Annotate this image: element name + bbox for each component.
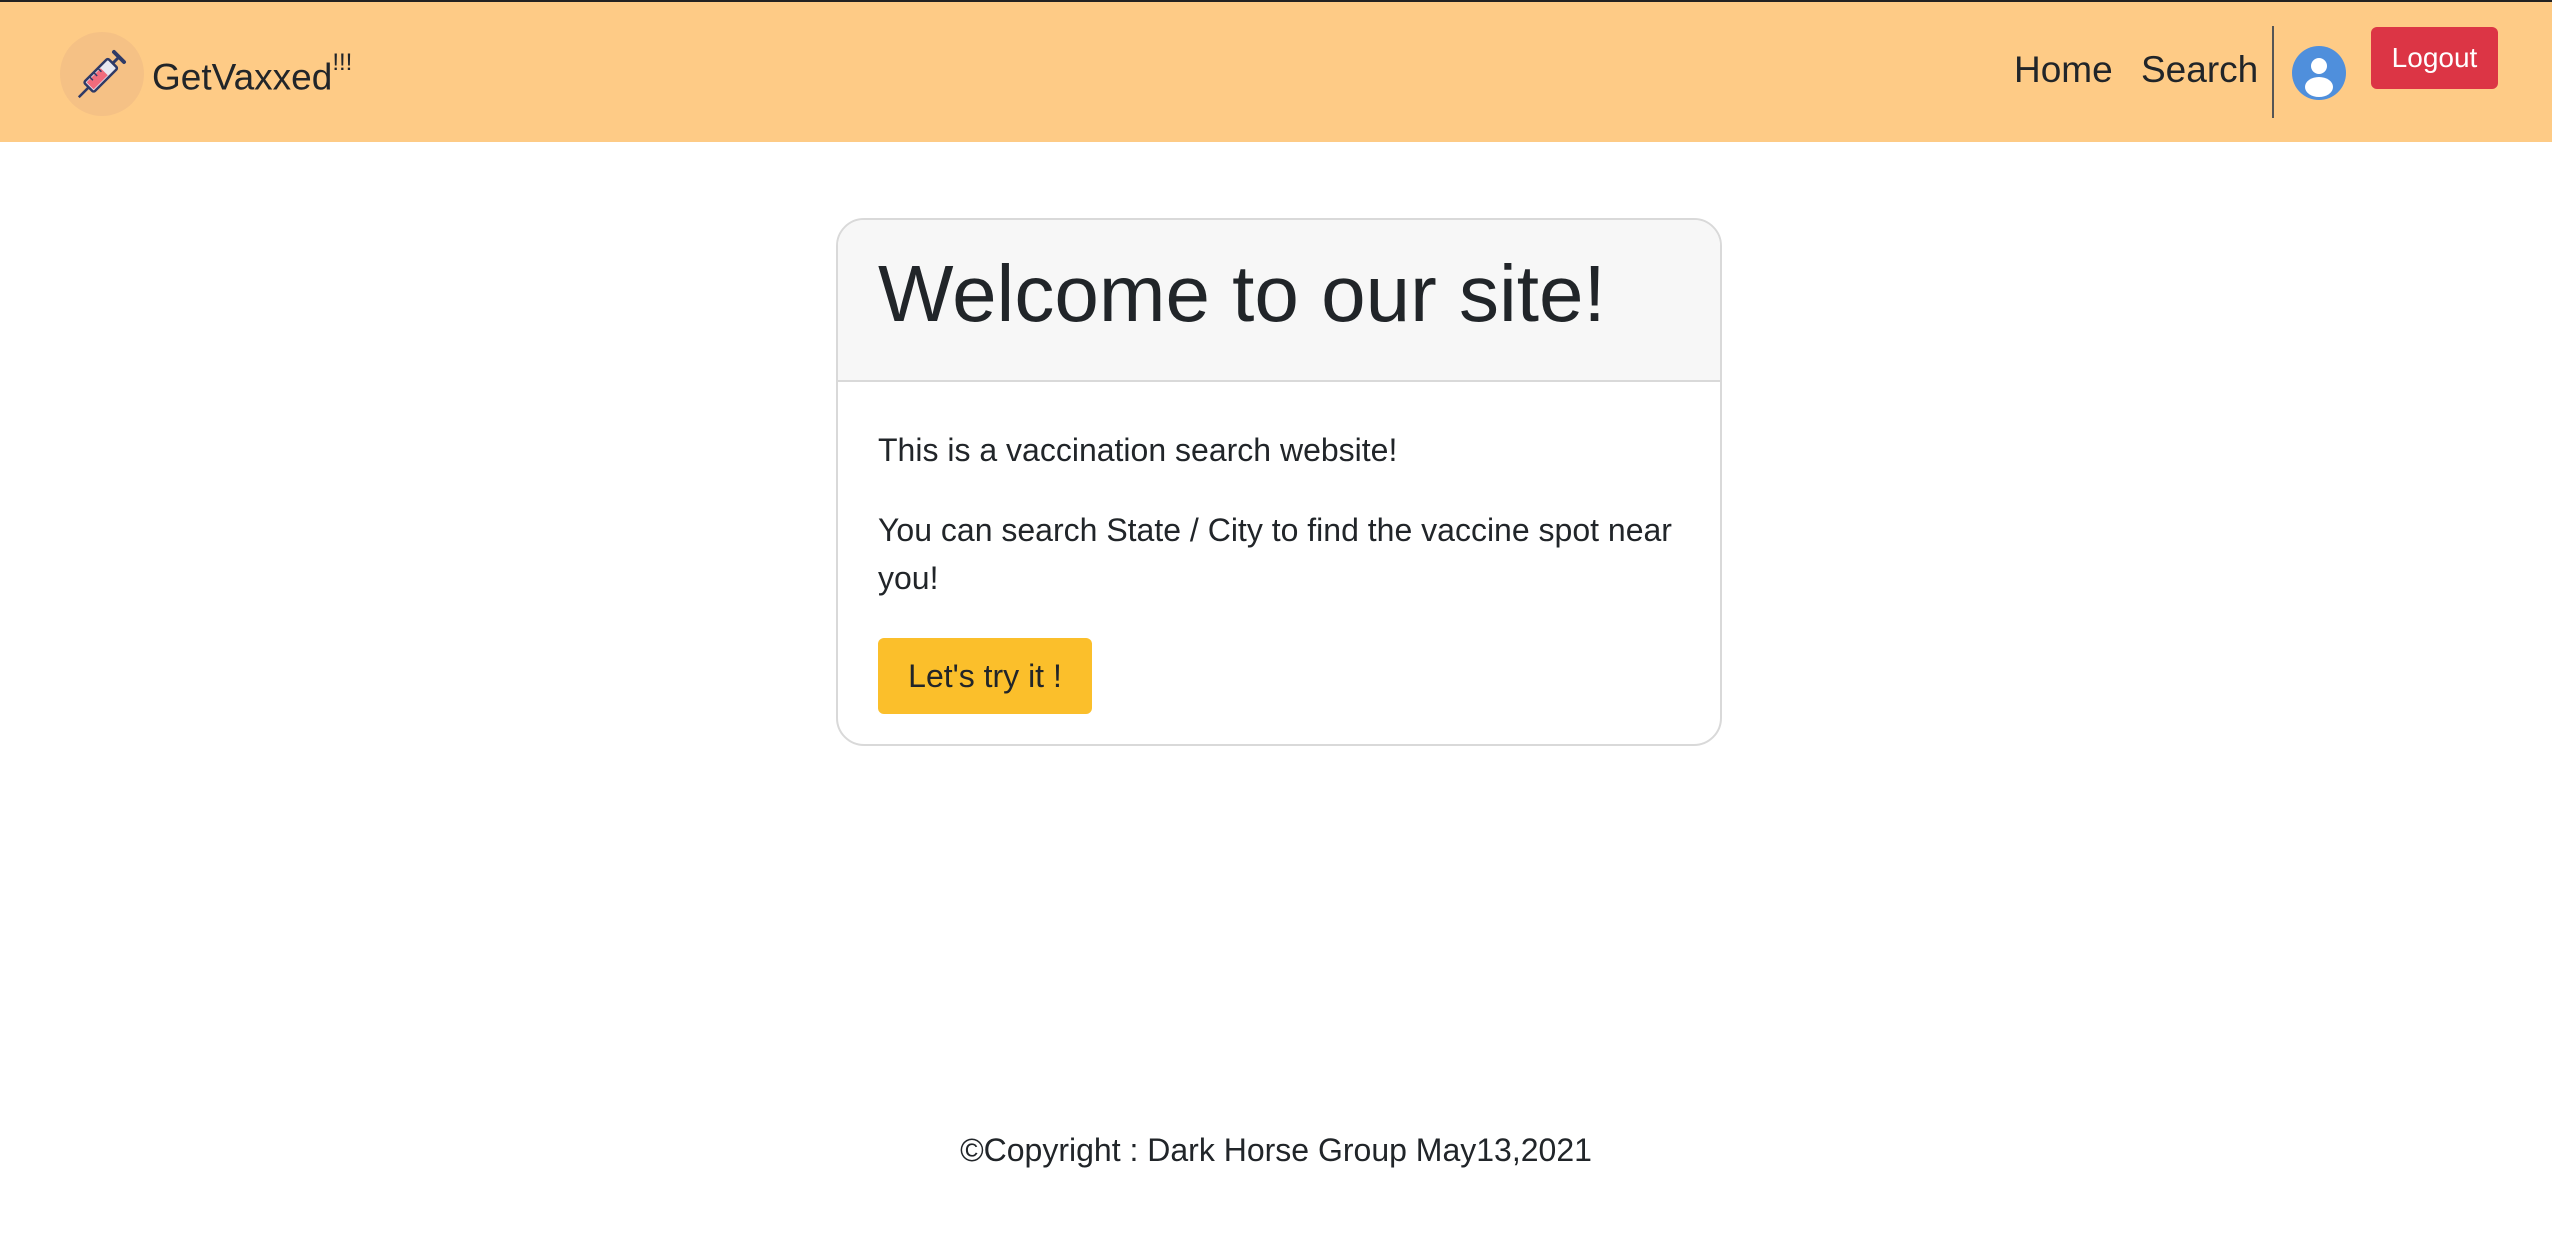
page-title: Welcome to our site! xyxy=(878,249,1606,338)
logout-button[interactable]: Logout xyxy=(2371,27,2498,89)
welcome-card: Welcome to our site! This is a vaccinati… xyxy=(836,218,1722,746)
syringe-icon xyxy=(60,32,144,116)
navbar: GetVaxxed!!! Home Search Logout xyxy=(0,2,2552,142)
intro-text: This is a vaccination search website! xyxy=(878,432,1398,468)
nav-search-link[interactable]: Search xyxy=(2141,48,2258,92)
nav-home-link[interactable]: Home xyxy=(2014,48,2113,92)
brand-suffix: !!! xyxy=(332,48,353,76)
search-hint-text: You can search State / City to find the … xyxy=(878,512,1672,596)
brand-link[interactable]: GetVaxxed!!! xyxy=(60,32,352,116)
brand-name: GetVaxxed!!! xyxy=(152,48,353,98)
nav-divider xyxy=(2272,26,2274,118)
footer-copyright: ©Copyright : Dark Horse Group May13,2021 xyxy=(960,1132,1592,1168)
card-header: Welcome to our site! xyxy=(838,220,1720,382)
try-it-button[interactable]: Let's try it ! xyxy=(878,638,1092,714)
card-body: This is a vaccination search website! Yo… xyxy=(838,382,1720,714)
user-avatar-icon[interactable] xyxy=(2292,46,2346,100)
